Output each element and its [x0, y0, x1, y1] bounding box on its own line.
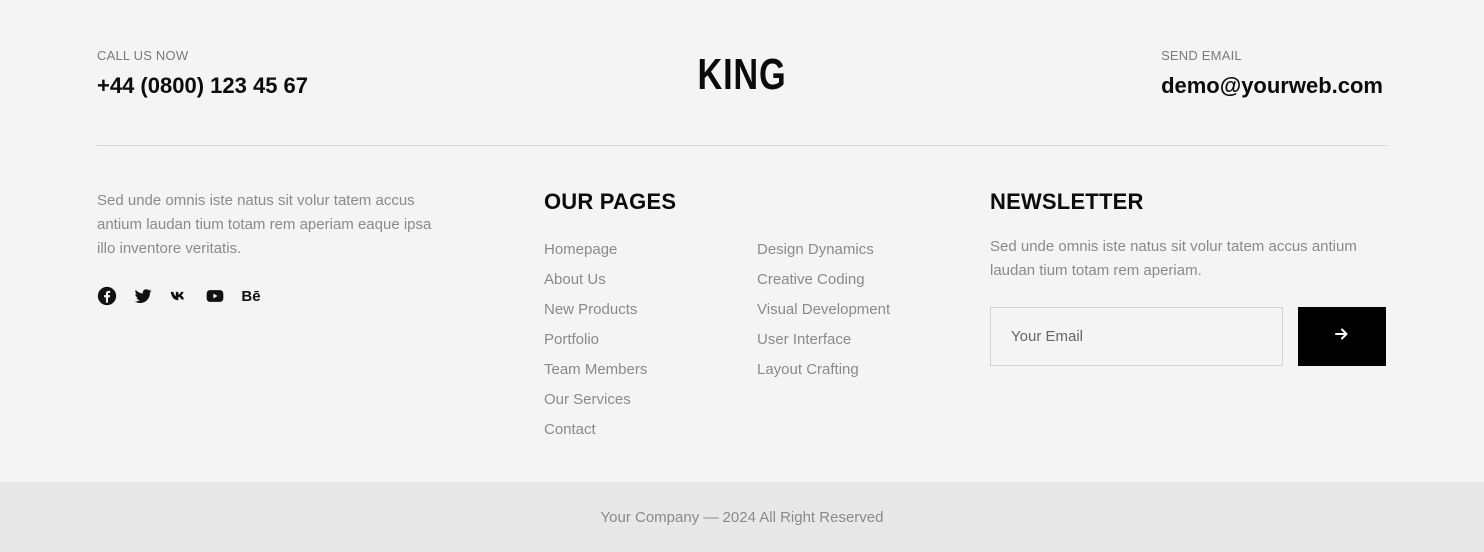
- link-homepage[interactable]: Homepage: [544, 235, 757, 265]
- link-layout-crafting[interactable]: Layout Crafting: [757, 355, 890, 385]
- link-portfolio[interactable]: Portfolio: [544, 325, 757, 355]
- newsletter-text: Sed unde omnis iste natus sit volur tate…: [990, 238, 1357, 279]
- facebook-icon[interactable]: [97, 286, 117, 306]
- arrow-right-icon: [1334, 326, 1350, 347]
- about-text: Sed unde omnis iste natus sit volur tate…: [97, 192, 432, 257]
- newsletter-email-input[interactable]: [990, 307, 1283, 366]
- link-team-members[interactable]: Team Members: [544, 355, 757, 385]
- newsletter-section: NEWSLETTER Sed unde omnis iste natus sit…: [990, 189, 1387, 366]
- our-pages-title: OUR PAGES: [544, 189, 677, 214]
- footer-top: CALL US NOW +44 (0800) 123 45 67 KING SE…: [97, 0, 1387, 146]
- link-about-us[interactable]: About Us: [544, 265, 757, 295]
- link-creative-coding[interactable]: Creative Coding: [757, 265, 890, 295]
- copyright-bar: Your Company — 2024 All Right Reserved: [0, 482, 1484, 552]
- page-links-column-1: Homepage About Us New Products Portfolio…: [544, 235, 757, 445]
- newsletter-form: [990, 307, 1387, 366]
- link-user-interface[interactable]: User Interface: [757, 325, 890, 355]
- link-new-products[interactable]: New Products: [544, 295, 757, 325]
- newsletter-submit-button[interactable]: [1298, 307, 1386, 366]
- call-us-block: CALL US NOW +44 (0800) 123 45 67: [97, 48, 308, 99]
- link-our-services[interactable]: Our Services: [544, 385, 757, 415]
- newsletter-title: NEWSLETTER: [990, 189, 1144, 214]
- behance-icon[interactable]: Bē: [241, 286, 261, 306]
- twitter-icon[interactable]: [133, 286, 153, 306]
- our-pages-section: OUR PAGES Homepage About Us New Products…: [544, 189, 944, 445]
- link-design-dynamics[interactable]: Design Dynamics: [757, 235, 890, 265]
- link-contact[interactable]: Contact: [544, 415, 757, 445]
- page-links: Homepage About Us New Products Portfolio…: [544, 235, 944, 445]
- call-us-label: CALL US NOW: [97, 48, 189, 63]
- social-links: Bē: [97, 286, 442, 306]
- logo[interactable]: KING: [698, 50, 787, 100]
- phone-number[interactable]: +44 (0800) 123 45 67: [97, 73, 308, 99]
- page-links-column-2: Design Dynamics Creative Coding Visual D…: [757, 235, 890, 445]
- vk-icon[interactable]: [169, 286, 189, 306]
- about-section: Sed unde omnis iste natus sit volur tate…: [97, 189, 442, 306]
- youtube-icon[interactable]: [205, 286, 225, 306]
- link-visual-development[interactable]: Visual Development: [757, 295, 890, 325]
- copyright-text: Your Company — 2024 All Right Reserved: [600, 508, 884, 526]
- email-address[interactable]: demo@yourweb.com: [1161, 73, 1383, 99]
- send-email-label: SEND EMAIL: [1161, 48, 1242, 63]
- send-email-block: SEND EMAIL demo@yourweb.com: [1161, 48, 1383, 99]
